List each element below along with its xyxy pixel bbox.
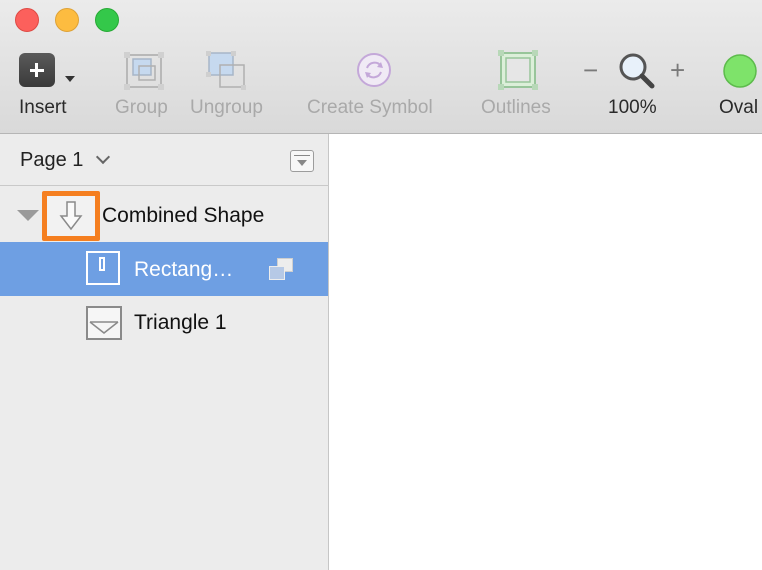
zoom-in-button[interactable]: + (670, 55, 685, 86)
minimize-window-button[interactable] (55, 8, 79, 32)
caret-down-icon[interactable] (65, 76, 75, 82)
group-icon (124, 52, 164, 90)
rectangle-icon (86, 251, 120, 285)
close-window-button[interactable] (15, 8, 39, 32)
combined-shape-icon (42, 191, 100, 241)
chevron-down-icon[interactable] (95, 149, 111, 165)
group-label: Group (115, 97, 168, 118)
layer-name: Combined Shape (102, 204, 265, 227)
layer-row-combined-shape[interactable]: Combined Shape (0, 189, 328, 243)
ungroup-label: Ungroup (190, 97, 263, 118)
ungroup-icon (206, 51, 246, 90)
layer-name: Triangle 1 (134, 311, 227, 334)
triangle-icon (86, 306, 122, 340)
page-selector[interactable]: Page 1 (0, 134, 329, 186)
layer-row-rectangle[interactable]: Rectang… (0, 242, 328, 296)
create-symbol-label: Create Symbol (307, 97, 433, 118)
maximize-window-button[interactable] (95, 8, 119, 32)
zoom-out-button[interactable]: − (583, 55, 598, 86)
plus-icon[interactable] (19, 53, 55, 87)
oval-label: Oval (719, 97, 759, 118)
magnifier-icon (619, 53, 655, 89)
layer-row-triangle[interactable]: Triangle 1 (0, 296, 328, 350)
collapse-pages-button[interactable] (290, 150, 314, 172)
boolean-union-icon[interactable] (269, 258, 295, 280)
insert-label: Insert (19, 97, 67, 118)
symbol-icon (357, 53, 391, 87)
zoom-level: 100% (608, 97, 657, 118)
disclosure-triangle-icon[interactable] (17, 210, 39, 221)
outlines-icon (498, 50, 538, 90)
layers-sidebar: Page 1 Combined Shape Rectang… Triangle … (0, 134, 329, 570)
oval-icon (723, 54, 757, 88)
outlines-label: Outlines (481, 97, 551, 118)
window-toolbar: Insert Group Ungroup Create Symbol Outli… (0, 0, 762, 134)
layer-name: Rectang… (134, 258, 234, 281)
page-title: Page 1 (20, 149, 84, 171)
canvas[interactable] (329, 134, 762, 570)
